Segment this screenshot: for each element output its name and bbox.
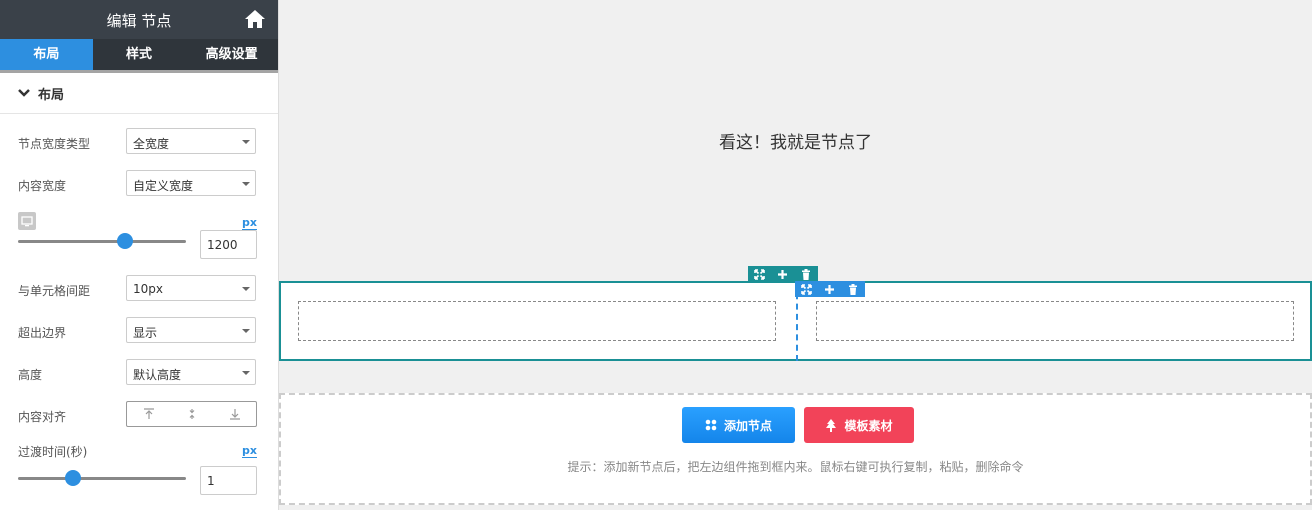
width-type-select[interactable]: 全宽度 <box>126 128 256 154</box>
layout-section-header[interactable]: 布局 <box>0 73 278 114</box>
expand-icon[interactable] <box>801 283 813 295</box>
hero-node[interactable]: 看这！我就是节点了 <box>279 0 1312 281</box>
section-title: 布局 <box>38 87 65 103</box>
hero-text: 看这！我就是节点了 <box>719 133 872 153</box>
align-bottom-button[interactable] <box>213 402 256 426</box>
content-width-value: 自定义宽度 <box>133 179 194 193</box>
overflow-label: 超出边界 <box>18 326 67 340</box>
add-node-label: 添加节点 <box>723 418 772 433</box>
content-width-slider[interactable] <box>18 233 186 249</box>
caret-down-icon <box>242 329 250 333</box>
align-bottom-icon <box>229 409 240 420</box>
content-width-select[interactable]: 自定义宽度 <box>126 170 256 196</box>
transition-label: 过渡时间(秒) <box>18 445 88 459</box>
width-type-label: 节点宽度类型 <box>18 137 91 151</box>
transition-input-value: 1 <box>207 474 215 488</box>
row-toolbar <box>748 266 818 282</box>
tab-style[interactable]: 样式 <box>93 39 186 70</box>
align-top-button[interactable] <box>127 402 170 426</box>
slider-handle[interactable] <box>117 233 133 249</box>
home-icon[interactable] <box>244 9 266 29</box>
transition-unit[interactable]: px <box>242 444 257 458</box>
column-drop-zone-left[interactable] <box>298 301 776 341</box>
add-node-button[interactable]: 添加节点 <box>682 407 795 443</box>
template-label: 模板素材 <box>844 418 893 433</box>
add-icon[interactable] <box>777 268 789 280</box>
height-label: 高度 <box>18 368 43 382</box>
cell-gap-value: 10px <box>133 282 163 296</box>
caret-down-icon <box>242 140 250 144</box>
template-button[interactable]: 模板素材 <box>804 407 914 443</box>
edit-node-sidebar: 编辑 节点 布局 样式 高级设置 布局 节点宽度类型 全宽度 内容宽度 自定义宽… <box>0 0 279 510</box>
content-width-label: 内容宽度 <box>18 179 67 193</box>
content-align-label: 内容对齐 <box>18 410 67 424</box>
caret-down-icon <box>242 371 250 375</box>
overflow-value: 显示 <box>133 326 158 340</box>
add-node-zone: 添加节点 模板素材 提示：添加新节点后，把左边组件拖到框内来。鼠标右键可执行复制… <box>279 393 1312 505</box>
caret-down-icon <box>242 287 250 291</box>
align-top-icon <box>143 408 154 419</box>
page-canvas: 看这！我就是节点了 添加节点 模板素材 提示：添加新节点后，把左边组件拖到框内来… <box>279 0 1312 510</box>
add-icon[interactable] <box>824 283 836 295</box>
chevron-down-icon <box>18 89 30 97</box>
sidebar-title: 编辑 节点 <box>106 12 172 30</box>
content-width-unit[interactable]: px <box>242 216 257 230</box>
tree-icon <box>826 418 837 432</box>
height-select[interactable]: 默认高度 <box>126 359 256 385</box>
sidebar-header: 编辑 节点 <box>0 0 278 39</box>
trash-icon[interactable] <box>800 268 812 280</box>
slider-handle[interactable] <box>65 470 81 486</box>
cell-gap-select[interactable]: 10px <box>126 275 256 301</box>
grid-dots-icon <box>705 419 717 431</box>
content-width-input-value: 1200 <box>207 238 238 252</box>
column-drop-zone-right[interactable] <box>816 301 1294 341</box>
transition-slider[interactable] <box>18 470 186 486</box>
cell-gap-label: 与单元格间距 <box>18 284 91 298</box>
content-align-group <box>126 401 257 427</box>
expand-icon[interactable] <box>754 268 766 280</box>
sidebar-tabs: 布局 样式 高级设置 <box>0 39 278 73</box>
align-middle-button[interactable] <box>170 402 213 426</box>
align-middle-icon <box>189 409 194 419</box>
tab-layout[interactable]: 布局 <box>0 39 93 70</box>
height-value: 默认高度 <box>133 368 182 382</box>
column-toolbar <box>795 281 865 297</box>
caret-down-icon <box>242 182 250 186</box>
overflow-select[interactable]: 显示 <box>126 317 256 343</box>
desktop-monitor-icon[interactable] <box>18 212 36 230</box>
width-type-value: 全宽度 <box>133 137 170 151</box>
tab-advanced[interactable]: 高级设置 <box>185 39 278 70</box>
hint-text: 提示：添加新节点后，把左边组件拖到框内来。鼠标右键可执行复制，粘贴，删除命令 <box>567 460 1024 474</box>
content-width-input[interactable]: 1200 <box>200 230 257 259</box>
trash-icon[interactable] <box>847 283 859 295</box>
transition-input[interactable]: 1 <box>200 466 257 495</box>
